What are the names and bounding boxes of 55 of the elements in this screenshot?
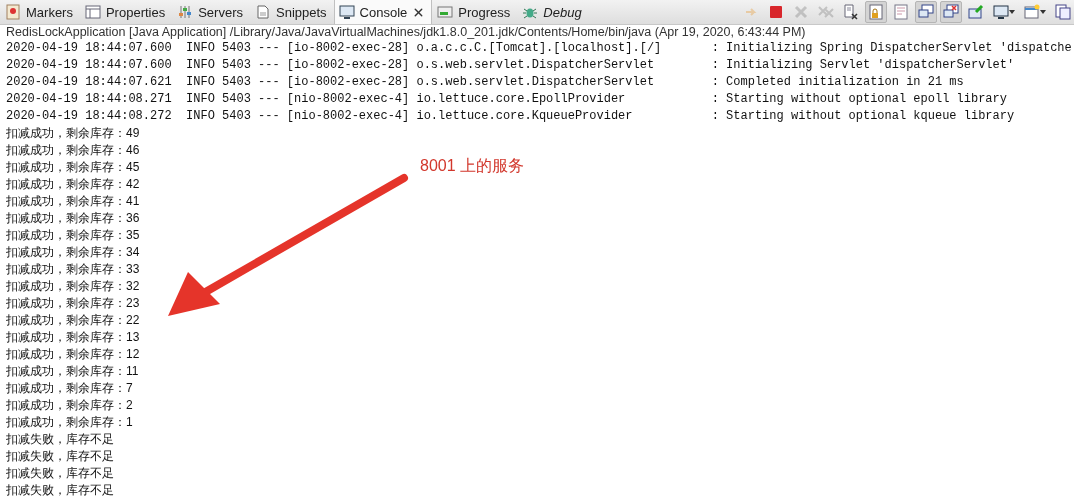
output-line: 扣减成功，剩余库存：13	[6, 329, 140, 346]
dropdown-caret-icon[interactable]	[1009, 10, 1015, 14]
output-line: 扣减成功，剩余库存：23	[6, 295, 140, 312]
cross-icon	[793, 4, 809, 20]
view-tab[interactable]: Markers	[0, 0, 80, 24]
log-line: 2020-04-19 18:44:08.271 INFO 5403 --- [nio-8002-exec-4] io.lettuce.core.EpollProvider : Starting without optional epoll library	[6, 91, 1008, 108]
output-line: 扣减成功，剩余库存：33	[6, 261, 140, 278]
output-line: 扣减成功，剩余库存：36	[6, 210, 140, 227]
pin-icon	[968, 4, 984, 20]
output-line: 扣减成功，剩余库存：45	[6, 159, 140, 176]
output-line: 扣减成功，剩余库存：49	[6, 125, 140, 142]
output-line: 扣减成功，剩余库存：35	[6, 227, 140, 244]
view-tab[interactable]: Debug	[517, 0, 589, 24]
output-line: 扣减失败，库存不足	[6, 448, 114, 465]
view-tab[interactable]: Snippets	[250, 0, 334, 24]
monitor-icon	[338, 4, 355, 20]
output-line: 扣减失败，库存不足	[6, 431, 114, 448]
view-tab[interactable]: Progress	[432, 0, 518, 24]
output-line: 扣减成功，剩余库存：32	[6, 278, 140, 295]
output-line: 扣减成功，剩余库存：7	[6, 380, 133, 397]
log-line: 2020-04-19 18:44:07.621 INFO 5403 --- [io-8002-exec-28] o.s.web.servlet.DispatcherServlet : Completed initialization in 21 ms	[6, 74, 965, 91]
stop-icon	[768, 4, 784, 20]
document-icon	[893, 4, 909, 20]
lock-document-icon	[868, 4, 884, 20]
view-tab[interactable]: Servers	[172, 0, 250, 24]
document-icon	[255, 4, 271, 20]
annotation-text: 8001 上的服务	[420, 156, 525, 176]
progress-icon	[437, 4, 454, 20]
console-title: RedisLockApplication [Java Application] /Library/Java/JavaVirtualMachines/jdk1.8.0_201.jdk/Contents/Home/bin/java (Apr 19, 2020, 6:43:44 PM)	[5, 25, 807, 40]
dropdown-caret-icon[interactable]	[1040, 10, 1046, 14]
marker-icon	[5, 4, 21, 20]
clear-document-icon	[843, 4, 859, 20]
view-tab[interactable]: Console	[333, 0, 433, 24]
copy-icon	[1055, 4, 1071, 20]
error-monitor-icon	[943, 4, 959, 20]
output-line: 扣减成功，剩余库存：42	[6, 176, 140, 193]
double-cross-icon	[818, 4, 834, 20]
output-line: 扣减成功，剩余库存：12	[6, 346, 140, 363]
monitor-icon	[993, 4, 1009, 20]
sliders-icon	[177, 4, 194, 20]
output-line: 扣减成功，剩余库存：41	[6, 193, 140, 210]
output-line: 扣减成功，剩余库存：34	[6, 244, 140, 261]
table-icon	[84, 4, 101, 20]
output-line: 扣减失败，库存不足	[6, 465, 114, 482]
log-line: 2020-04-19 18:44:08.272 INFO 5403 --- [nio-8002-exec-4] io.lettuce.core.KqueueProvider : Starting without optional kqueue library	[6, 108, 1016, 125]
speech-monitor-icon	[918, 4, 934, 20]
output-line: 扣减失败，库存不足	[6, 482, 114, 499]
output-line: 扣减成功，剩余库存：1	[6, 414, 133, 431]
output-line: 扣减成功，剩余库存：2	[6, 397, 133, 414]
log-line: 2020-04-19 18:44:07.600 INFO 5403 --- [io-8002-exec-28] o.s.web.servlet.DispatcherServlet : Initializing Servlet 'dispatcherServlet'	[6, 57, 1016, 74]
output-line: 扣减成功，剩余库存：11	[6, 363, 139, 380]
new-window-icon	[1024, 4, 1040, 20]
view-tab[interactable]: Properties	[79, 0, 173, 24]
output-line: 扣减成功，剩余库存：46	[6, 142, 140, 159]
output-line: 扣减成功，剩余库存：22	[6, 312, 140, 329]
